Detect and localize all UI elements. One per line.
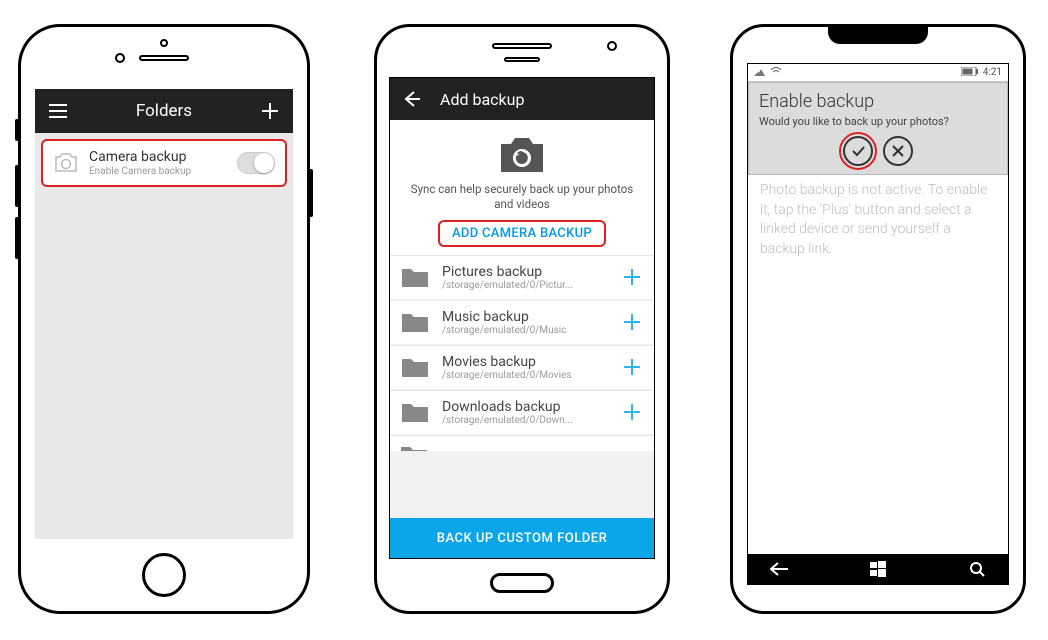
row-title: Camera backup [89, 149, 237, 165]
add-folder-icon[interactable] [620, 355, 644, 379]
item-name: Music backup [442, 309, 620, 325]
android-screen: Add backup Sync can help securely back u… [389, 77, 655, 559]
camera-backup-row[interactable]: Camera backup Enable Camera backup [41, 139, 287, 187]
win-screen: 4:21 Enable backup Would you like to bac… [747, 63, 1009, 585]
ios-header: Folders [35, 89, 293, 133]
folder-icon [400, 354, 430, 380]
camera-sync-icon [499, 136, 545, 174]
card-title: Enable backup [759, 91, 997, 112]
android-title: Add backup [440, 90, 524, 109]
add-folder-icon[interactable] [620, 400, 644, 424]
clock: 4:21 [983, 67, 1002, 78]
backup-custom-folder-button[interactable]: BACK UP CUSTOM FOLDER [390, 518, 654, 558]
add-camera-backup-button[interactable]: ADD CAMERA BACKUP [438, 220, 606, 247]
add-icon[interactable] [259, 100, 281, 122]
backup-status-text: Photo backup is not active. To enable it… [748, 175, 1008, 265]
camera-backup-toggle[interactable] [237, 152, 275, 174]
android-header: Add backup [390, 78, 654, 120]
item-name: Downloads backup [442, 399, 620, 415]
nav-back-icon[interactable] [768, 558, 790, 580]
list-item[interactable]: Music backup /storage/emulated/0/Music [390, 300, 654, 344]
iphone-mockup: Folders [18, 24, 310, 614]
folder-icon [400, 444, 428, 451]
winphone-mockup: 4:21 Enable backup Would you like to bac… [730, 24, 1026, 614]
accept-button[interactable] [843, 136, 873, 166]
battery-icon [961, 67, 979, 79]
row-subtitle: Enable Camera backup [89, 166, 237, 177]
menu-icon[interactable] [47, 100, 69, 122]
decline-button[interactable] [883, 136, 913, 166]
camera-icon [53, 152, 79, 174]
add-folder-icon[interactable] [620, 310, 644, 334]
signal-icon [754, 66, 766, 79]
list-item-peek [390, 435, 654, 451]
folder-icon [400, 264, 430, 290]
list-item[interactable]: Pictures backup /storage/emulated/0/Pict… [390, 255, 654, 299]
item-path: /storage/emulated/0/Movies [442, 370, 620, 381]
enable-backup-card: Enable backup Would you like to back up … [748, 82, 1008, 175]
folder-icon [400, 399, 430, 425]
folder-icon [400, 309, 430, 335]
item-name: Movies backup [442, 354, 620, 370]
nav-search-icon[interactable] [966, 558, 988, 580]
item-path: /storage/emulated/0/Pictur... [442, 280, 620, 291]
win-navbar [748, 554, 1008, 584]
wifi-icon [770, 66, 782, 79]
list-item[interactable]: Downloads backup /storage/emulated/0/Dow… [390, 390, 654, 434]
iphone-home-button[interactable] [142, 553, 186, 597]
add-folder-icon[interactable] [620, 265, 644, 289]
card-question: Would you like to back up your photos? [759, 115, 997, 128]
android-home-button[interactable] [490, 573, 554, 593]
status-bar: 4:21 [748, 64, 1008, 82]
ios-screen: Folders [35, 89, 293, 539]
backup-folder-list: Pictures backup /storage/emulated/0/Pict… [390, 255, 654, 518]
hero-description: Sync can help securely back up your phot… [404, 182, 640, 212]
back-icon[interactable] [402, 88, 424, 110]
list-item[interactable]: Movies backup /storage/emulated/0/Movies [390, 345, 654, 389]
android-mockup: Add backup Sync can help securely back u… [374, 24, 670, 614]
hero-section: Sync can help securely back up your phot… [390, 120, 654, 255]
ios-title: Folders [69, 101, 259, 121]
item-path: /storage/emulated/0/Music [442, 325, 620, 336]
item-path: /storage/emulated/0/Down... [442, 415, 620, 426]
item-name: Pictures backup [442, 264, 620, 280]
nav-windows-icon[interactable] [867, 558, 889, 580]
